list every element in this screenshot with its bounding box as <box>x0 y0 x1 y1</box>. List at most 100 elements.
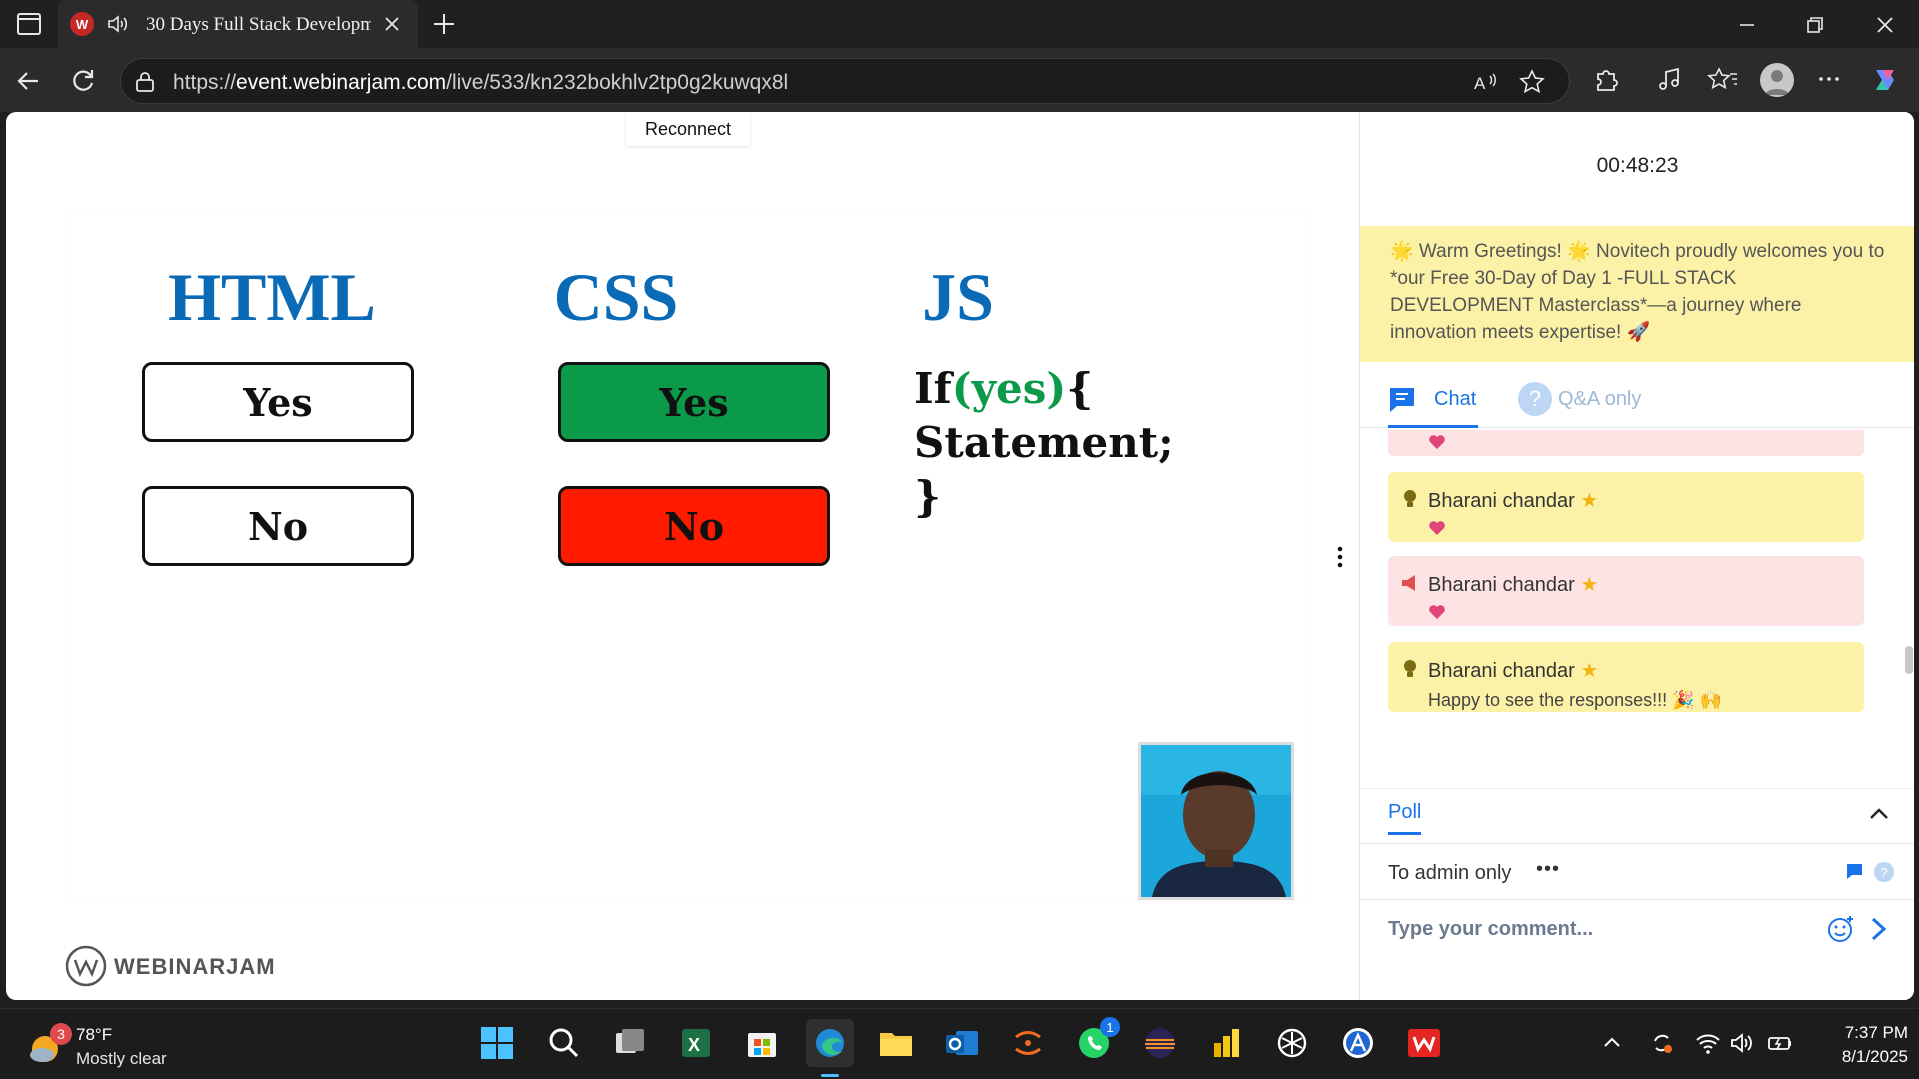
close-window-icon[interactable] <box>1870 10 1900 40</box>
chat-message: Bharani chandar ★ <box>1388 472 1864 542</box>
star-icon: ★ <box>1580 574 1599 596</box>
to-admin-label[interactable]: To admin only <box>1388 862 1511 885</box>
address-bar[interactable]: https://event.webinarjam.com/live/533/kn… <box>120 58 1570 104</box>
edge-taskbar-button[interactable] <box>806 1019 854 1077</box>
windows-start-icon[interactable] <box>477 1023 517 1063</box>
weather-alert-badge: 3 <box>50 1023 72 1045</box>
reconnect-button[interactable]: Reconnect <box>626 112 750 146</box>
minimize-icon[interactable] <box>1732 10 1762 40</box>
poll-section[interactable]: Poll <box>1360 788 1914 844</box>
extensions-icon[interactable] <box>1590 62 1624 96</box>
recipient-row: To admin only ••• ? <box>1360 844 1914 900</box>
profile-avatar[interactable] <box>1760 63 1794 97</box>
question-mode-icon[interactable]: ? <box>1874 862 1894 882</box>
whatsapp-taskbar-button[interactable]: 1 <box>1074 1017 1120 1063</box>
copilot-icon[interactable] <box>1868 62 1902 96</box>
svg-text:A: A <box>1474 74 1486 93</box>
sync-icon[interactable] <box>1648 1029 1676 1057</box>
chat-side-panel: 00:48:23 🌟 Warm Greetings! 🌟 Novitech pr… <box>1359 112 1914 1000</box>
more-menu-icon[interactable] <box>1812 62 1846 96</box>
favorite-star-icon[interactable] <box>1519 69 1545 95</box>
volume-icon[interactable] <box>1728 1029 1756 1057</box>
speaker-icon[interactable] <box>106 12 130 36</box>
user-silhouette-icon <box>1765 70 1789 95</box>
tab-chat[interactable]: Chat <box>1388 380 1478 428</box>
tab-qa-only[interactable]: ? Q&A only <box>1518 380 1658 424</box>
css-yes-box: Yes <box>558 362 830 442</box>
microsoft-store-icon[interactable] <box>742 1023 782 1063</box>
heart-icon <box>1429 605 1445 619</box>
weather-temperature: 78°F <box>76 1025 113 1044</box>
excel-icon[interactable]: X <box>676 1023 716 1063</box>
css-heading: CSS <box>553 259 679 335</box>
restore-icon[interactable] <box>1800 10 1830 40</box>
chat-scrollbar[interactable] <box>1905 646 1913 674</box>
lightbulb-icon <box>1404 490 1416 507</box>
close-tab-icon[interactable] <box>380 12 404 36</box>
kebab-icon <box>1337 546 1343 568</box>
tab-chat-label: Chat <box>1434 388 1477 410</box>
recipient-options-icon[interactable]: ••• <box>1536 858 1560 881</box>
chatgpt-icon[interactable] <box>1272 1023 1312 1063</box>
chevron-up-icon[interactable] <box>1866 801 1892 827</box>
slide-options-menu[interactable] <box>1326 532 1354 584</box>
chat-message: Bharani chandar ★ Happy to see the respo… <box>1388 642 1864 712</box>
poll-tab[interactable]: Poll <box>1388 801 1422 835</box>
webinarjam-app-icon[interactable] <box>1404 1023 1444 1063</box>
tab-title: 30 Days Full Stack Developm <box>146 14 371 35</box>
send-icon[interactable] <box>1866 914 1892 944</box>
emoji-picker-icon[interactable] <box>1826 914 1856 944</box>
refresh-icon[interactable] <box>66 64 100 98</box>
heart-icon <box>1429 435 1445 449</box>
chat-message-list[interactable]: Bharani chandar ★ Bharani chandar ★ Bhar… <box>1360 430 1914 766</box>
new-tab-icon[interactable] <box>430 10 458 38</box>
browser-toolbar: https://event.webinarjam.com/live/533/kn… <box>0 48 1919 112</box>
star-icon: ★ <box>1580 490 1599 512</box>
file-explorer-icon[interactable] <box>876 1023 916 1063</box>
comment-input[interactable] <box>1388 912 1788 946</box>
webinarjam-logo-text: WEBINARJAM <box>114 954 276 979</box>
favorites-icon[interactable] <box>1706 62 1740 96</box>
js-code-line-3: } <box>914 472 942 521</box>
url-text[interactable]: https://event.webinarjam.com/live/533/kn… <box>173 71 788 95</box>
presenter-figure <box>1141 745 1291 897</box>
read-aloud-icon[interactable]: A <box>1473 70 1499 94</box>
chevron-up-icon[interactable] <box>1598 1029 1626 1057</box>
message-body <box>1428 604 1446 625</box>
eclipse-icon[interactable] <box>1140 1023 1180 1063</box>
search-icon[interactable] <box>544 1023 584 1063</box>
comment-box <box>1360 900 1914 960</box>
system-clock[interactable]: 7:37 PM 8/1/2025 <box>1808 1021 1908 1069</box>
back-icon[interactable] <box>12 64 46 98</box>
lightbulb-icon <box>1404 660 1416 677</box>
power-bi-icon[interactable] <box>1206 1023 1246 1063</box>
weather-widget[interactable]: 3 78°F Mostly clear <box>28 1021 228 1071</box>
chat-tabs: Chat ? Q&A only <box>1360 362 1914 428</box>
tab-actions-icon[interactable] <box>14 10 46 38</box>
chat-message: Bharani chandar ★ <box>1388 556 1864 626</box>
orange-app-icon[interactable] <box>1008 1023 1048 1063</box>
webinarjam-logo-icon <box>65 945 107 987</box>
battery-icon[interactable] <box>1766 1029 1794 1057</box>
task-view-icon[interactable] <box>610 1023 650 1063</box>
presenter-video[interactable] <box>1138 742 1294 900</box>
clock-date: 8/1/2025 <box>1841 1047 1908 1066</box>
app-a-icon[interactable] <box>1338 1023 1378 1063</box>
presentation-slide: HTML CSS JS Yes No Yes No If(yes){ State… <box>66 210 1306 900</box>
css-no-box: No <box>558 486 830 566</box>
message-body <box>1428 520 1446 541</box>
browser-tab[interactable]: W 30 Days Full Stack Developm <box>58 0 418 48</box>
webinarjam-favicon-icon: W <box>70 12 94 36</box>
lock-icon[interactable] <box>135 71 155 93</box>
message-body: Happy to see the responses!!! 🎉 🙌 <box>1428 690 1722 710</box>
chat-mode-icon[interactable] <box>1846 862 1866 882</box>
wifi-icon[interactable] <box>1694 1029 1722 1057</box>
js-code-line-1: If(yes){ <box>914 364 1094 413</box>
webinar-page: Reconnect HTML CSS JS Yes No Yes No If(y… <box>6 112 1914 1000</box>
js-code-block: If(yes){ Statement; } <box>914 362 1174 524</box>
media-control-icon[interactable] <box>1652 62 1686 96</box>
question-icon: ? <box>1518 382 1552 416</box>
chat-message <box>1388 430 1864 456</box>
outlook-icon[interactable] <box>942 1023 982 1063</box>
session-timer: 00:48:23 <box>1596 154 1679 177</box>
